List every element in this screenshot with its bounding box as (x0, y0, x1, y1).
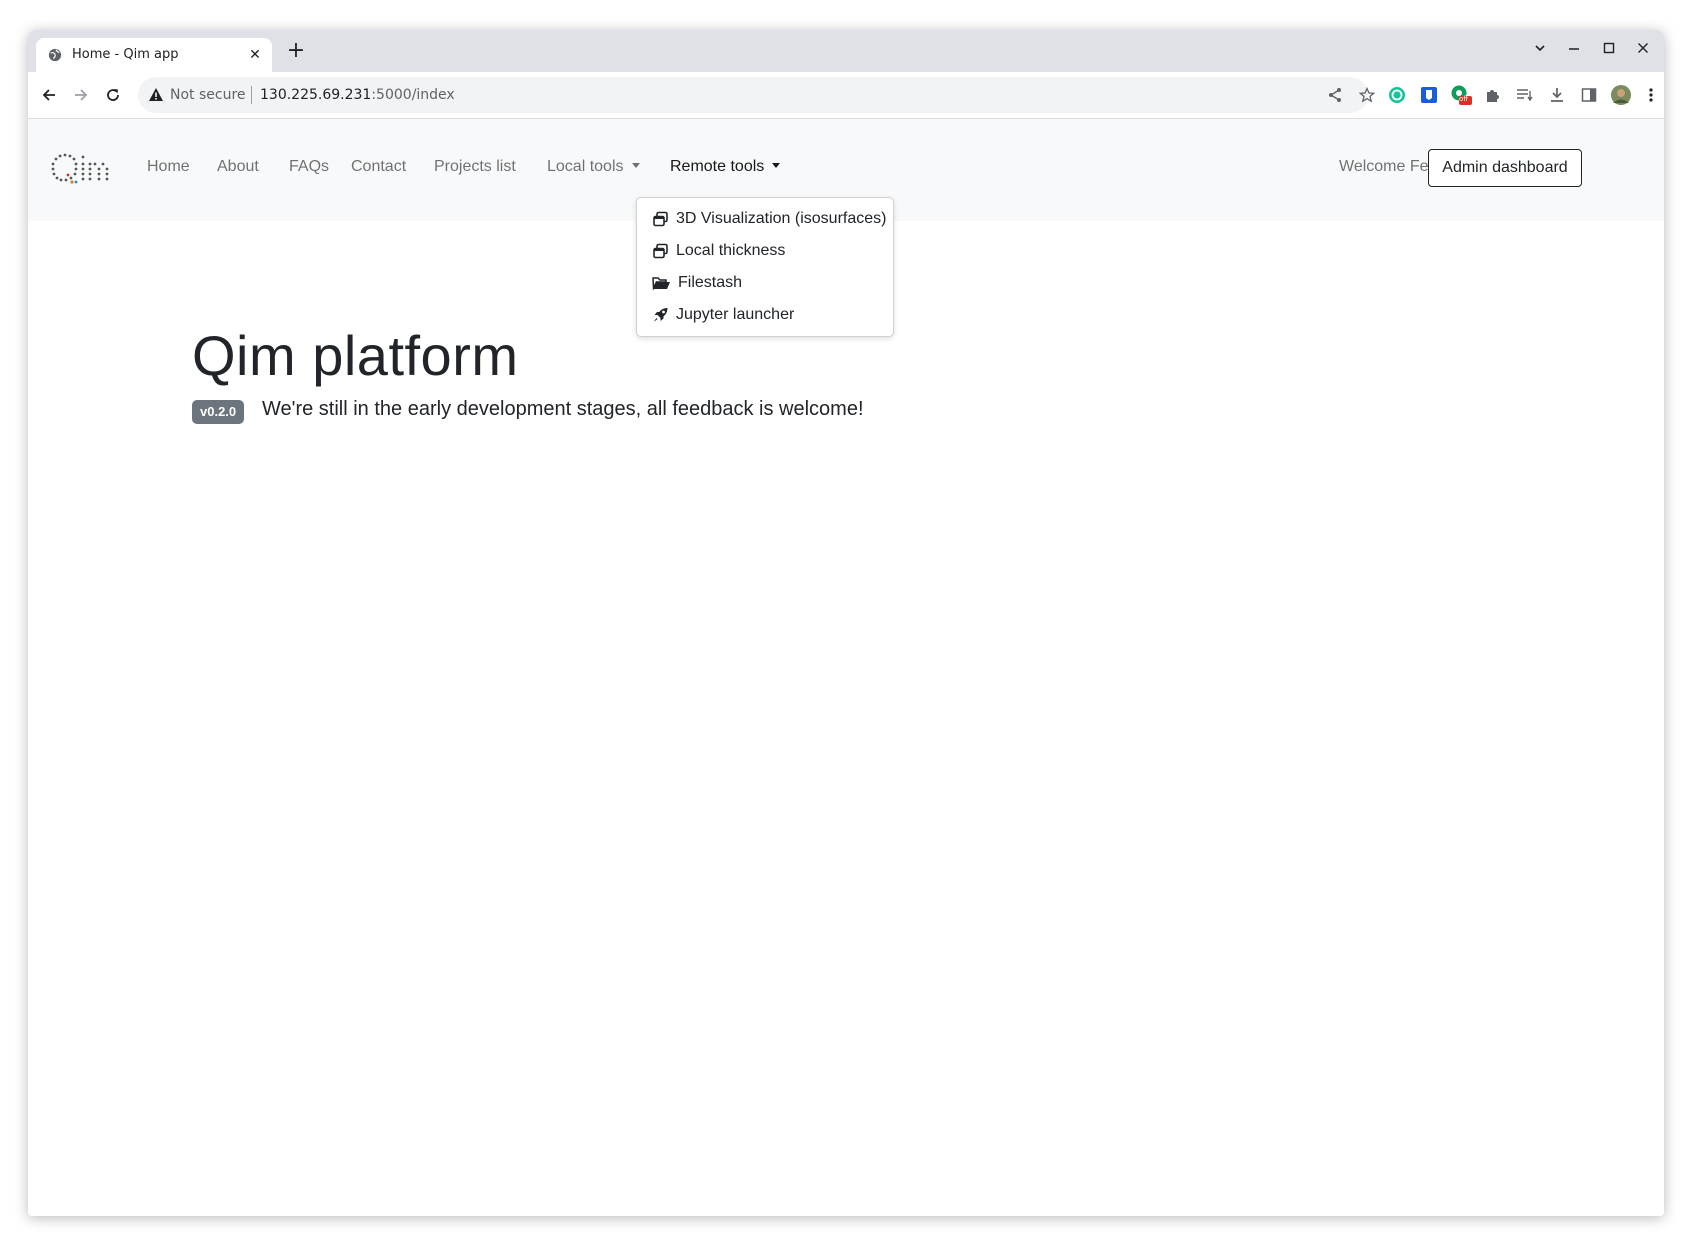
caret-down-icon (772, 163, 781, 168)
nav-link-faqs[interactable]: FAQs (289, 157, 329, 177)
more-menu-icon[interactable] (1638, 82, 1664, 108)
bookmark-star-icon[interactable] (1354, 82, 1380, 108)
warning-icon[interactable] (148, 87, 164, 103)
extensions-puzzle-icon[interactable] (1480, 82, 1506, 108)
qim-logo[interactable] (50, 151, 110, 185)
download-icon[interactable] (1544, 82, 1570, 108)
window-restore-icon (653, 211, 668, 227)
reading-list-icon[interactable] (1512, 82, 1538, 108)
lead-text: We're still in the early development sta… (262, 398, 864, 420)
nav-link-contact[interactable]: Contact (351, 157, 406, 177)
tab-title: Home - Qim app (72, 47, 179, 62)
back-icon[interactable] (36, 82, 62, 108)
remote-tools-dropdown-menu: 3D Visualization (isosurfaces) Local thi… (636, 197, 894, 337)
browser-toolbar: Not secure 130.225.69.231:5000/index off (28, 72, 1664, 119)
tab-strip: Home - Qim app ✕ + (28, 30, 1664, 72)
nav-dropdown-local-tools[interactable]: Local tools (547, 157, 640, 177)
web-page: Home About FAQs Contact Projects list Lo… (28, 119, 1664, 1216)
green-extension-icon[interactable]: off (1448, 82, 1474, 108)
admin-dashboard-button[interactable]: Admin dashboard (1428, 149, 1582, 187)
caret-down-icon (631, 163, 640, 168)
bitwarden-extension-icon[interactable] (1416, 82, 1442, 108)
menu-item-label: Filestash (678, 274, 743, 291)
menu-item-3d-visualization[interactable]: 3D Visualization (isosurfaces) (637, 204, 893, 234)
menu-item-jupyter-launcher[interactable]: Jupyter launcher (637, 300, 893, 330)
share-icon[interactable] (1322, 82, 1348, 108)
remote-tools-label: Remote tools (670, 158, 765, 175)
browser-window: Home - Qim app ✕ + Not secure 130.225.69… (28, 30, 1664, 1216)
profile-avatar[interactable] (1608, 82, 1634, 108)
nav-link-about[interactable]: About (217, 157, 259, 177)
version-badge: v0.2.0 (192, 400, 245, 424)
maximize-icon[interactable] (1595, 38, 1623, 62)
browser-tab[interactable]: Home - Qim app ✕ (36, 38, 272, 72)
nav-dropdown-remote-tools[interactable]: Remote tools (670, 157, 781, 177)
rocket-icon (653, 308, 668, 322)
menu-item-label: Local thickness (676, 242, 786, 259)
url-path: :5000/index (371, 87, 455, 103)
url-text[interactable]: 130.225.69.231:5000/index (260, 87, 455, 103)
minimize-icon[interactable] (1560, 38, 1588, 62)
menu-item-local-thickness[interactable]: Local thickness (637, 236, 893, 266)
menu-item-label: 3D Visualization (isosurfaces) (676, 210, 887, 227)
new-tab-button[interactable]: + (284, 40, 308, 64)
page-title: Qim platform (192, 324, 519, 387)
not-secure-label[interactable]: Not secure (170, 87, 246, 103)
tab-close-icon[interactable]: ✕ (246, 46, 264, 64)
forward-icon[interactable] (68, 82, 94, 108)
url-host: 130.225.69.231 (260, 87, 372, 103)
nav-link-home[interactable]: Home (147, 157, 190, 177)
side-panel-icon[interactable] (1576, 82, 1602, 108)
address-bar[interactable]: Not secure 130.225.69.231:5000/index (138, 77, 1375, 113)
globe-icon (48, 48, 62, 62)
reload-icon[interactable] (100, 82, 126, 108)
extension-off-badge: off (1459, 95, 1469, 103)
omnibox-separator (251, 86, 252, 104)
nav-link-projects-list[interactable]: Projects list (434, 157, 516, 177)
grammarly-extension-icon[interactable] (1384, 82, 1410, 108)
menu-item-label: Jupyter launcher (676, 306, 795, 323)
local-tools-label: Local tools (547, 158, 624, 175)
folder-open-icon (652, 277, 670, 291)
window-restore-icon (653, 243, 668, 259)
tab-search-icon[interactable] (1526, 38, 1554, 62)
close-window-icon[interactable] (1629, 38, 1657, 62)
menu-item-filestash[interactable]: Filestash (637, 268, 893, 298)
